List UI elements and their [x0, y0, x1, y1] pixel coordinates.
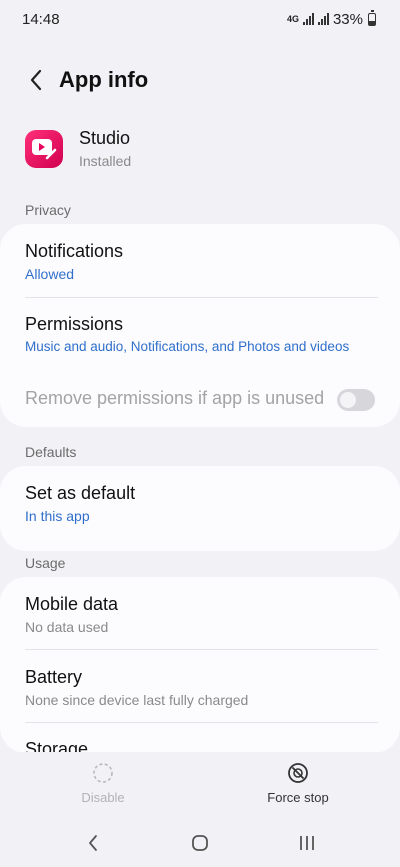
battery-percent: 33%: [332, 10, 363, 28]
remove-permissions-toggle: [337, 389, 375, 411]
notifications-row[interactable]: Notifications Allowed: [25, 241, 375, 282]
back-button[interactable]: [16, 58, 56, 102]
mobile-data-row[interactable]: Mobile data No data used: [25, 594, 375, 635]
remove-permissions-row: Remove permissions if app is unused: [25, 388, 375, 412]
battery-title: Battery: [25, 667, 83, 687]
page-title: App info: [59, 67, 149, 92]
disable-button[interactable]: Disable: [43, 762, 163, 805]
permissions-row[interactable]: Permissions Music and audio, Notificatio…: [25, 314, 375, 354]
video-edit-icon: [32, 138, 57, 159]
usage-card: Mobile data No data used Battery None si…: [0, 577, 400, 753]
system-nav-bar: [0, 818, 400, 867]
storage-row[interactable]: Storage: [25, 739, 375, 753]
divider: [25, 722, 378, 723]
defaults-card: Set as default In this app: [0, 466, 400, 551]
network-activity-icon: 4G: [286, 13, 299, 24]
remove-permissions-title: Remove permissions if app is unused: [25, 388, 325, 408]
notifications-value: Allowed: [25, 266, 75, 282]
nav-home-button[interactable]: [175, 823, 225, 863]
force-stop-icon: [288, 763, 308, 783]
home-icon: [192, 834, 208, 851]
app-install-status: Installed: [79, 153, 132, 169]
section-label-usage: Usage: [25, 555, 66, 571]
back-icon: [89, 834, 98, 851]
battery-value: None since device last fully charged: [25, 692, 249, 708]
notifications-title: Notifications: [25, 241, 124, 261]
mobile-data-value: No data used: [25, 619, 109, 635]
divider: [25, 297, 378, 298]
app-name: Studio: [79, 128, 131, 148]
disable-icon: [93, 763, 113, 783]
battery-icon: [368, 10, 376, 26]
mobile-data-title: Mobile data: [25, 594, 119, 614]
status-time: 14:48: [22, 10, 60, 28]
recents-icon: [299, 835, 314, 850]
storage-title: Storage: [25, 739, 89, 753]
status-icons: 4G 33%: [286, 10, 376, 28]
status-bar: 14:48 4G 33%: [0, 0, 400, 38]
privacy-card: Notifications Allowed Permissions Music …: [0, 224, 400, 427]
battery-row[interactable]: Battery None since device last fully cha…: [25, 667, 375, 708]
set-as-default-row[interactable]: Set as default In this app: [25, 483, 375, 524]
app-summary: Studio Installed: [25, 128, 131, 169]
nav-back-button[interactable]: [68, 823, 118, 863]
bottom-action-bar: Disable Force stop: [0, 752, 400, 818]
divider: [25, 649, 378, 650]
force-stop-button[interactable]: Force stop: [238, 762, 358, 805]
set-as-default-value: In this app: [25, 508, 90, 524]
signal-strength-icon-2: [317, 13, 329, 25]
app-bar: App info: [0, 58, 400, 102]
permissions-value: Music and audio, Notifications, and Phot…: [25, 339, 350, 354]
section-label-defaults: Defaults: [25, 444, 77, 460]
set-as-default-title: Set as default: [25, 483, 136, 503]
nav-recents-button[interactable]: [282, 823, 332, 863]
force-stop-label: Force stop: [267, 790, 329, 805]
disable-label: Disable: [81, 790, 125, 805]
signal-strength-icon: [302, 13, 314, 25]
studio-app-icon: [25, 129, 63, 168]
permissions-title: Permissions: [25, 314, 124, 334]
section-label-privacy: Privacy: [25, 202, 71, 218]
chevron-left-icon: [30, 69, 42, 91]
